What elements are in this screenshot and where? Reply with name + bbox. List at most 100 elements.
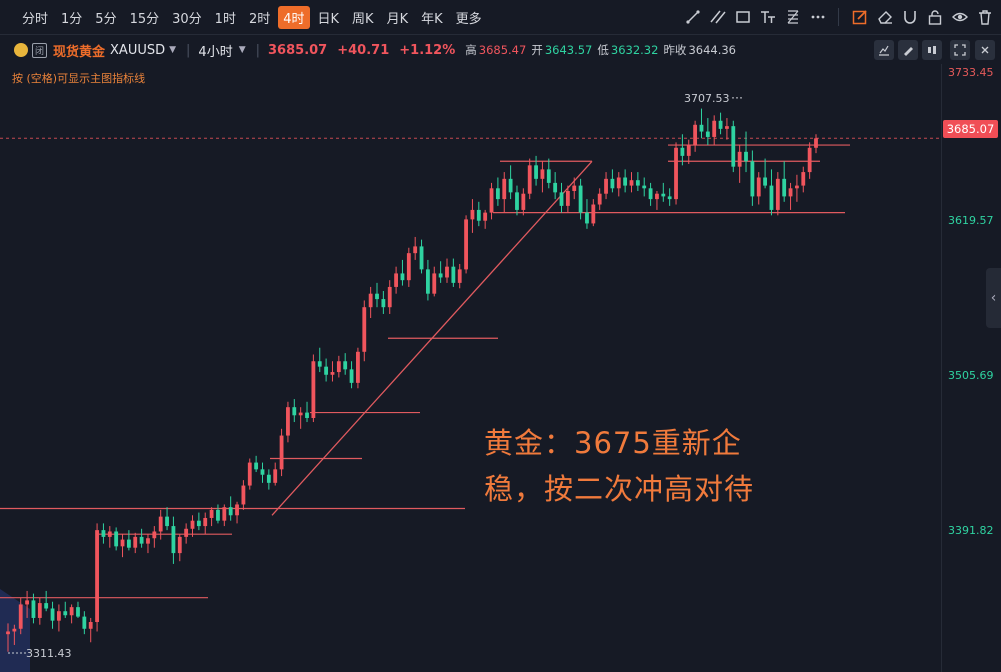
candle-body [44, 603, 49, 609]
candle-style-icon[interactable] [922, 40, 942, 60]
candle-body [184, 528, 189, 537]
draw-pen-icon[interactable] [898, 40, 918, 60]
rectangle-icon[interactable] [733, 7, 753, 27]
symbol-name[interactable]: 现货黄金 [53, 41, 105, 60]
candle-body [425, 269, 430, 294]
parallel-lines-icon[interactable] [708, 7, 728, 27]
candle-body [737, 151, 742, 167]
candle-body [336, 361, 341, 373]
candle-body [578, 185, 583, 213]
symbol-code[interactable]: XAUUSD [110, 43, 165, 58]
low-value: 3632.32 [610, 43, 659, 57]
toolbar-divider [838, 8, 839, 26]
candle-body [775, 178, 780, 210]
current-price-tag: 3685.07 [943, 120, 998, 138]
candle-body [254, 462, 259, 470]
more-dots-icon[interactable] [808, 7, 828, 27]
last-price: 3685.07 [268, 42, 328, 58]
eraser-icon[interactable] [875, 7, 895, 27]
symbol-dropdown-icon[interactable]: ▼ [169, 45, 176, 55]
candle-body [292, 407, 297, 416]
symbol-info-bar: 闭 现货黄金 XAUUSD ▼ | 4小时 ▼ | 3685.07 +40.71… [0, 36, 940, 64]
timeframe-1[interactable]: 1分 [56, 6, 87, 29]
trend-line-icon[interactable] [683, 7, 703, 27]
candle-body [76, 607, 80, 617]
timeframe-12[interactable]: 更多 [451, 6, 487, 29]
timeframe-11[interactable]: 年K [416, 6, 448, 29]
candle-body [801, 172, 806, 186]
candle-body [642, 185, 647, 189]
candle-body [502, 178, 507, 200]
candle-body [203, 517, 208, 527]
timeframe-2[interactable]: 5分 [90, 6, 121, 29]
timeframe-list: 分时 1分 5分 15分 30分 1时 2时 4时 日K 周K 月K 年K 更多 [14, 5, 487, 29]
candle-body [419, 246, 424, 270]
candle-body [241, 485, 246, 505]
candle-body [349, 369, 354, 383]
low-marker-label: 3311.43 [26, 647, 72, 660]
timeframe-8[interactable]: 日K [313, 6, 345, 29]
trash-icon[interactable] [975, 7, 995, 27]
candle-body [152, 531, 157, 539]
candle-body [50, 608, 55, 621]
fullscreen-icon[interactable] [950, 40, 970, 60]
candle-body [445, 266, 449, 278]
candle-body [521, 193, 526, 210]
candle-body [693, 124, 698, 146]
candle-body [680, 147, 685, 156]
candle-body [146, 538, 150, 544]
candle-body [25, 600, 29, 605]
timeframe-0[interactable]: 分时 [17, 6, 53, 29]
annotation-line-1: 黄金：3675重新企 [484, 426, 742, 460]
interval-dropdown-icon[interactable]: ▼ [239, 45, 246, 55]
collapse-panel-icon[interactable] [975, 40, 995, 60]
lock-icon[interactable] [925, 7, 945, 27]
candle-body [298, 412, 303, 416]
chart-settings-icon[interactable] [874, 40, 894, 60]
candle-body [648, 188, 653, 200]
timeframe-6[interactable]: 2时 [244, 6, 275, 29]
candle-body [674, 147, 678, 200]
candle-body [565, 191, 570, 206]
candle-body [807, 147, 812, 173]
candle-body [629, 180, 634, 186]
candle-body [572, 185, 577, 192]
timeframe-3[interactable]: 15分 [125, 6, 165, 29]
price-axis[interactable] [941, 64, 1001, 672]
prev-close-value: 3644.36 [688, 43, 736, 57]
candle-body [190, 520, 195, 529]
open-value: 3643.57 [544, 43, 593, 57]
magnet-icon[interactable] [900, 7, 920, 27]
candle-body [769, 185, 774, 210]
timeframe-5[interactable]: 1时 [210, 6, 241, 29]
low-label: 低 [597, 43, 609, 57]
open-label: 开 [531, 43, 543, 57]
candle-body [266, 474, 271, 483]
timeframe-10[interactable]: 月K [382, 6, 414, 29]
price-change: +40.71 [337, 42, 390, 58]
side-panel-toggle[interactable]: ‹ [986, 268, 1001, 328]
fib-icon[interactable] [783, 7, 803, 27]
candle-body [387, 286, 392, 308]
candle-body [69, 607, 74, 616]
candle-body [305, 412, 309, 418]
candle-body [209, 509, 214, 518]
candle-body [362, 307, 367, 352]
candle-body [120, 539, 125, 547]
candle-body [705, 131, 710, 137]
eye-icon[interactable] [950, 7, 970, 27]
candle-body [63, 611, 68, 616]
interval-select[interactable]: 4小时 [198, 41, 232, 60]
timeframe-9[interactable]: 周K [347, 6, 379, 29]
draw-edit-icon[interactable] [850, 7, 870, 27]
candle-body [107, 531, 112, 537]
text-tool-icon[interactable] [758, 7, 778, 27]
candle-body [604, 178, 608, 194]
candle-body [795, 185, 799, 189]
candle-body [165, 516, 169, 527]
timeframe-4[interactable]: 30分 [167, 6, 207, 29]
timeframe-7[interactable]: 4时 [278, 5, 310, 29]
candlestick-chart[interactable]: 3707.53 3311.43 [0, 64, 940, 672]
price-label-top: 3733.45 [948, 66, 994, 79]
high-marker-label: 3707.53 [684, 92, 730, 105]
